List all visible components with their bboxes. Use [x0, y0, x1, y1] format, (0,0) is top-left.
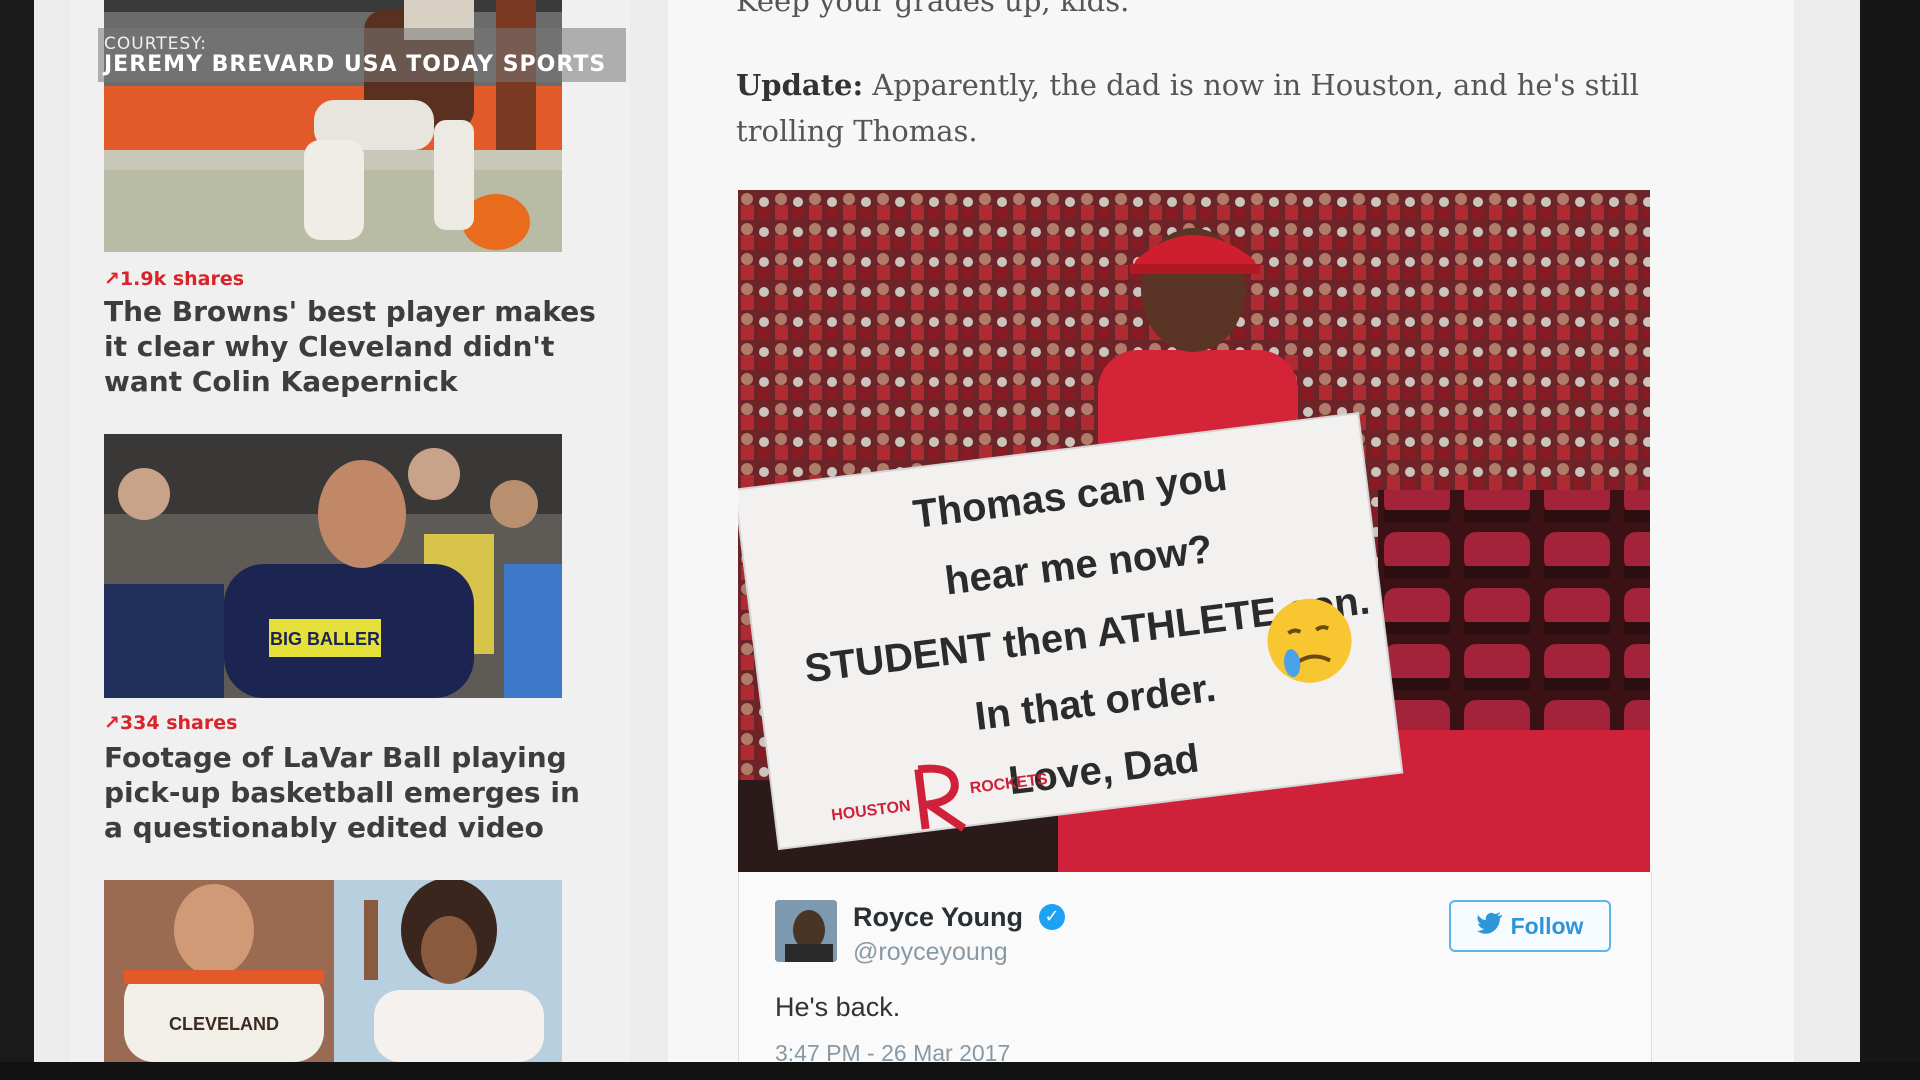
photo-credit-name: JEREMY BREVARD USA TODAY SPORTS [104, 52, 607, 77]
thumbnail-jersey-text: CLEVELAND [169, 1014, 279, 1034]
embedded-tweet: Royce Young ✓ @royceyoung Follow He's ba… [738, 872, 1652, 1062]
tweet-author-name[interactable]: Royce Young [853, 902, 1023, 933]
follow-label: Follow [1510, 912, 1584, 939]
story-headline-lavar[interactable]: Footage of LaVar Ball playing pick-up ba… [104, 740, 604, 845]
verified-badge-icon: ✓ [1039, 904, 1065, 930]
tweet-timestamp[interactable]: 3:47 PM - 26 Mar 2017 [775, 1040, 1010, 1062]
screen-bezel-right [1860, 0, 1920, 1080]
photo-credit-label: COURTESY: [104, 34, 208, 54]
story-headline-browns[interactable]: The Browns' best player makes it clear w… [104, 294, 604, 399]
tweet-author-handle[interactable]: @royceyoung [853, 938, 1008, 967]
avatar[interactable] [775, 900, 837, 962]
story-share-count: ↗1.9k shares [104, 268, 245, 290]
thumbnail-shirt-text: BIG BALLER [270, 629, 380, 649]
update-label: Update: [736, 68, 864, 102]
follow-button[interactable]: Follow [1449, 900, 1611, 952]
story-share-count: ↗334 shares [104, 712, 238, 734]
update-text: Apparently, the dad is now in Houston, a… [736, 68, 1639, 148]
screen-bezel-bottom [0, 1062, 1920, 1080]
story-thumbnail-cleveland[interactable]: CLEVELAND [104, 880, 562, 1062]
twitter-bird-icon [1476, 912, 1503, 940]
article-update-paragraph: Update: Apparently, the dad is now in Ho… [736, 62, 1736, 154]
article-paragraph: Keep your grades up, kids. [736, 0, 1736, 24]
tweet-text: He's back. [775, 992, 901, 1022]
tweet-photo[interactable]: Thomas can you hear me now? STUDENT then… [738, 190, 1650, 872]
story-thumbnail-lavar[interactable]: BIG BALLER [104, 434, 562, 698]
screen-capture: COURTESY: JEREMY BREVARD USA TODAY SPORT… [34, 0, 1860, 1062]
article-top-line: Keep your grades up, kids. [736, 0, 1130, 18]
